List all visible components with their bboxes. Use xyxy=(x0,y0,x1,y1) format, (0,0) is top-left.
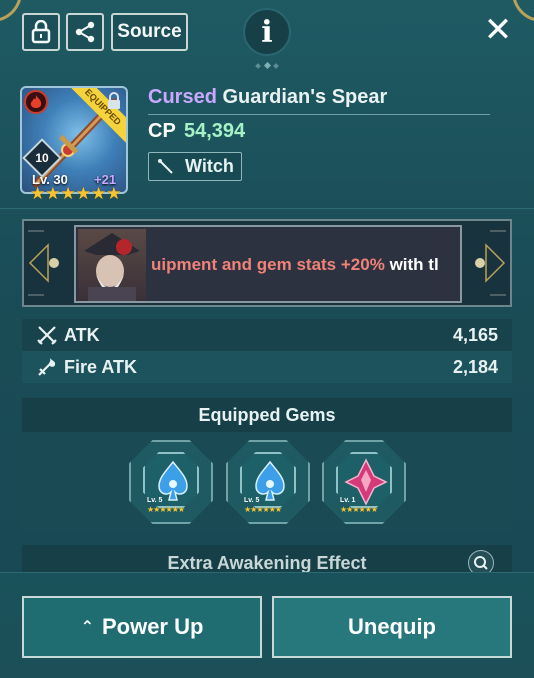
stat-name: Fire ATK xyxy=(64,356,138,377)
star-icon: ★ xyxy=(91,184,107,203)
item-detail-panel: Source i ✕ EQUIPPED 10 Lv. 30 +21 ★ ★ ★ … xyxy=(0,0,534,678)
source-button[interactable]: Source xyxy=(111,13,188,51)
ornament-left-icon xyxy=(28,230,59,296)
banner-message-box: uipment and gem stats +20% with tl xyxy=(74,225,462,303)
crossed-swords-icon xyxy=(37,326,57,345)
ornament-right-icon xyxy=(475,230,506,296)
class-label: Witch xyxy=(185,156,234,176)
lock-button[interactable] xyxy=(22,13,60,51)
info-button[interactable]: i xyxy=(243,8,291,56)
divider xyxy=(148,114,490,115)
power-up-label: Power Up xyxy=(101,614,204,639)
star-rating: ★ ★ ★ ★ ★ ★ xyxy=(30,185,122,203)
cp-label: CP xyxy=(148,120,176,142)
star-icon: ★ xyxy=(75,184,91,203)
corner-ornament xyxy=(512,0,534,22)
stat-row-fire-atk: Fire ATK 2,184 xyxy=(22,351,512,383)
corner-ornament xyxy=(0,0,22,22)
set-bonus-suffix: with tl xyxy=(389,255,439,274)
wand-icon xyxy=(158,158,173,174)
stat-value: 2,184 xyxy=(452,356,498,377)
lock-icon xyxy=(31,20,51,44)
gem-slot-3[interactable]: Lv. 1 ★★★★★★ xyxy=(322,440,406,524)
gem-slot-2[interactable]: Lv. 5 ★★★★★★ xyxy=(226,440,310,524)
item-title: Guardian's Spear xyxy=(222,86,388,108)
gem-level: Lv. 5 xyxy=(244,497,260,504)
item-name: Cursed Guardian's Spear xyxy=(148,86,387,109)
item-icon: EQUIPPED 10 Lv. 30 +21 xyxy=(20,86,128,194)
stat-name: ATK xyxy=(64,324,100,345)
gem-level: Lv. 5 xyxy=(147,497,163,504)
upgrade-level: 10 xyxy=(35,151,49,165)
set-bonus-text: uipment and gem stats +20% with tl xyxy=(151,255,439,275)
power-up-button[interactable]: ⌃ Power Up xyxy=(22,596,262,658)
class-chip: Witch xyxy=(148,152,242,181)
share-icon xyxy=(75,21,95,43)
equipped-gems-title: Equipped Gems xyxy=(22,398,512,432)
set-bonus-banner[interactable]: uipment and gem stats +20% with tl xyxy=(22,219,512,307)
share-button[interactable] xyxy=(66,13,104,51)
gem-level: Lv. 1 xyxy=(340,497,356,504)
divider xyxy=(0,208,534,209)
star-icon: ★ xyxy=(30,184,46,203)
gem-stars: ★★★★★★ xyxy=(244,505,282,514)
cp-value: 54,394 xyxy=(184,120,246,142)
gem-stars: ★★★★★★ xyxy=(147,505,185,514)
fire-element-icon xyxy=(24,90,48,114)
chevron-up-icon: ⌃ xyxy=(80,619,94,636)
unequip-button[interactable]: Unequip xyxy=(272,596,512,658)
stat-value: 4,165 xyxy=(452,324,498,345)
set-bonus-effect: uipment and gem stats +20% xyxy=(151,255,385,274)
ornament-dots xyxy=(255,62,279,70)
close-button[interactable]: ✕ xyxy=(482,13,514,47)
star-icon: ★ xyxy=(60,184,76,203)
gem-slot-1[interactable]: Lv. 5 ★★★★★★ xyxy=(129,440,213,524)
stat-row-atk: ATK 4,165 xyxy=(22,319,512,351)
unequip-label: Unequip xyxy=(348,614,436,639)
gem-stars: ★★★★★★ xyxy=(340,505,378,514)
item-rarity: Cursed xyxy=(148,86,217,108)
character-portrait xyxy=(78,229,146,301)
fire-sword-icon xyxy=(38,358,56,376)
star-icon: ★ xyxy=(106,184,122,203)
star-icon: ★ xyxy=(45,184,61,203)
lock-icon xyxy=(108,92,120,109)
